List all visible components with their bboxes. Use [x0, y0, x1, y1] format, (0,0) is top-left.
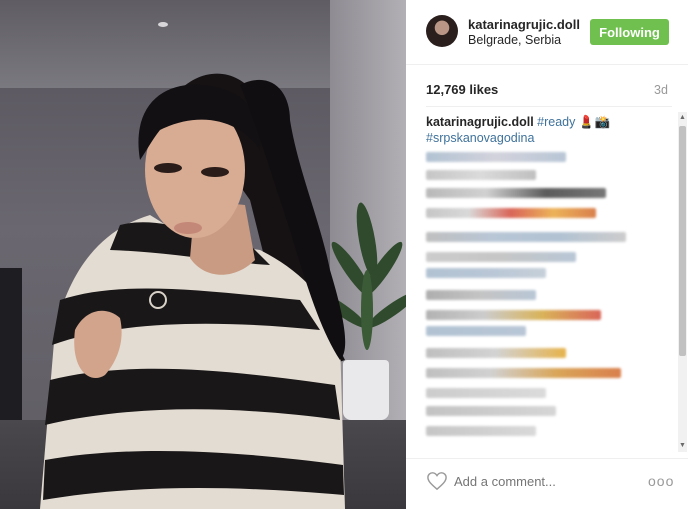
- blurred-comment: [426, 368, 621, 378]
- location-link[interactable]: Belgrade, Serbia: [468, 33, 561, 47]
- woman-figure: [40, 73, 346, 509]
- caption-first-line: katarinagrujic.doll #ready 💄📸: [426, 115, 610, 130]
- post-details-panel: katarinagrujic.doll Belgrade, Serbia Fol…: [406, 0, 688, 509]
- blurred-comment: [426, 252, 576, 262]
- blurred-comment: [426, 406, 556, 416]
- more-options-icon[interactable]: ooo: [648, 473, 674, 489]
- blurred-comment: [426, 426, 536, 436]
- blurred-comment: [426, 348, 566, 358]
- blurred-comment: [426, 326, 526, 336]
- comment-input[interactable]: [454, 471, 624, 491]
- avatar[interactable]: [426, 15, 458, 47]
- post-header: katarinagrujic.doll Belgrade, Serbia Fol…: [406, 0, 688, 65]
- hashtag-link[interactable]: #srpskanovagodina: [426, 131, 534, 145]
- blurred-comment: [426, 152, 566, 162]
- caption-scrollbar[interactable]: ▲ ▼: [678, 112, 687, 452]
- blurred-comment: [426, 310, 601, 320]
- post-age[interactable]: 3d: [654, 83, 668, 97]
- heart-icon[interactable]: [426, 471, 448, 491]
- scroll-thumb[interactable]: [679, 126, 686, 356]
- blurred-comment: [426, 188, 606, 198]
- username-link[interactable]: katarinagrujic.doll: [468, 17, 580, 32]
- post-photo[interactable]: [0, 0, 406, 509]
- scroll-up-arrow-icon[interactable]: ▲: [679, 114, 686, 122]
- blurred-comment: [426, 232, 626, 242]
- blurred-comment: [426, 170, 536, 180]
- blurred-comment: [426, 268, 546, 278]
- following-button[interactable]: Following: [590, 19, 669, 45]
- hashtag-link[interactable]: #ready: [537, 115, 575, 129]
- caption-area: katarinagrujic.doll #ready 💄📸 #srpskanov…: [406, 112, 688, 452]
- blurred-comment: [426, 388, 546, 398]
- caption-username[interactable]: katarinagrujic.doll: [426, 115, 534, 129]
- comment-bar: ooo: [406, 458, 688, 510]
- scroll-down-arrow-icon[interactable]: ▼: [679, 442, 686, 450]
- likes-count[interactable]: 12,769 likes: [426, 82, 498, 97]
- blurred-comment: [426, 208, 596, 218]
- divider: [426, 106, 672, 107]
- emoji-icon: 💄📸: [578, 115, 611, 129]
- blurred-comment: [426, 290, 536, 300]
